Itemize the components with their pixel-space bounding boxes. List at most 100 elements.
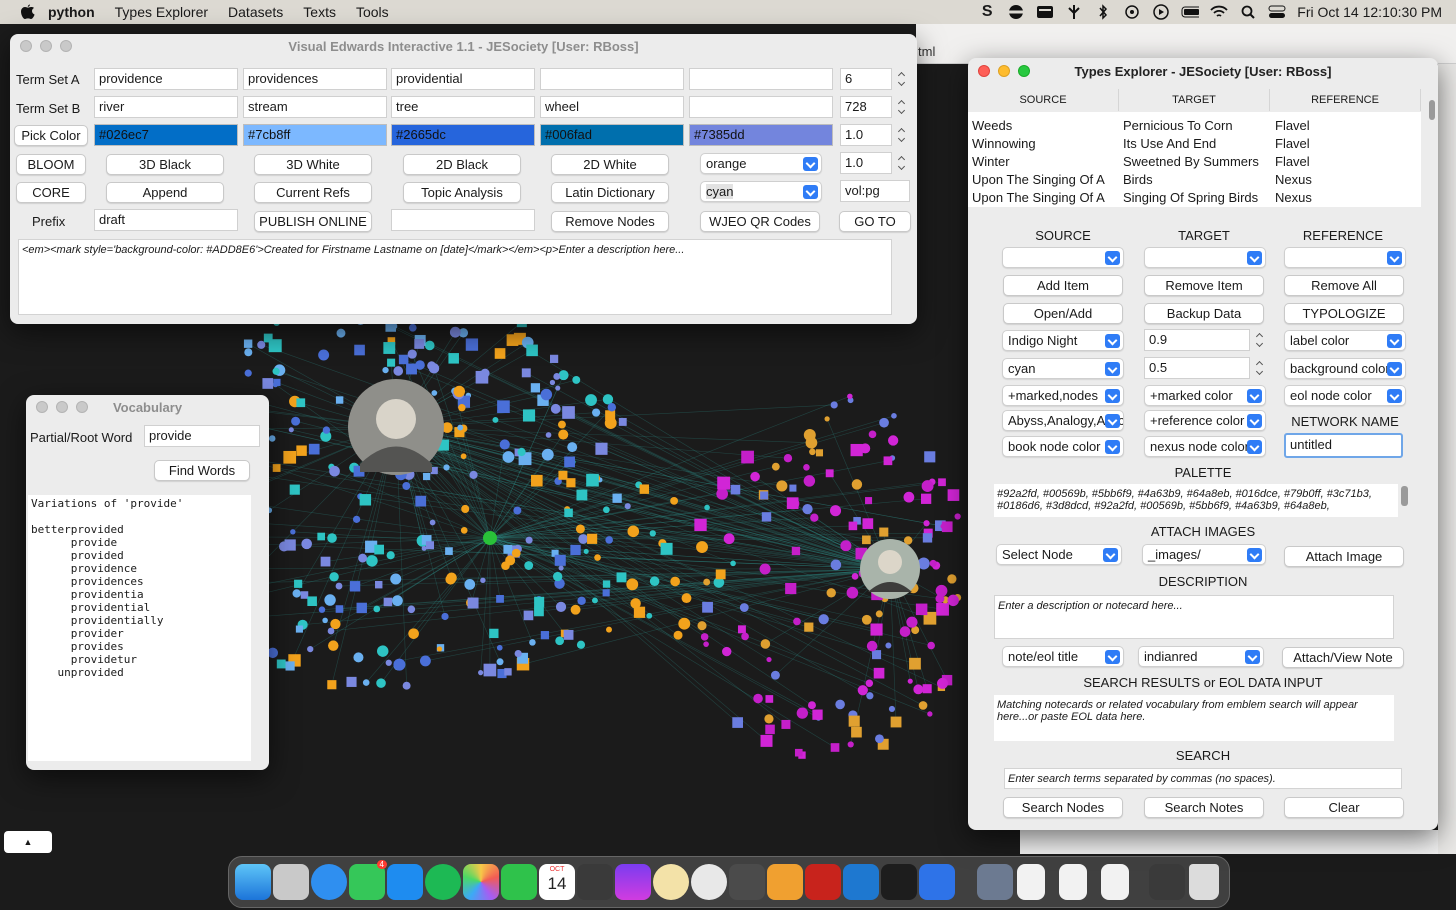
- network-node[interactable]: [922, 684, 932, 694]
- tex-icon[interactable]: [691, 864, 727, 900]
- search-notes-button[interactable]: Search Notes: [1144, 797, 1264, 818]
- network-node[interactable]: [441, 612, 449, 621]
- network-node[interactable]: [794, 748, 803, 757]
- network-node[interactable]: [513, 506, 522, 515]
- network-node[interactable]: [802, 503, 813, 515]
- network-node[interactable]: [285, 661, 295, 671]
- network-node[interactable]: [851, 573, 859, 580]
- portrait-node-edwards[interactable]: [348, 379, 444, 475]
- network-node[interactable]: [716, 488, 729, 500]
- term-b-field-3[interactable]: tree: [391, 96, 535, 118]
- network-node[interactable]: [272, 381, 279, 388]
- network-node[interactable]: [947, 574, 957, 584]
- battery-icon[interactable]: [1181, 5, 1200, 19]
- description-textarea[interactable]: Enter a description or notecard here...: [994, 595, 1394, 639]
- network-node[interactable]: [292, 589, 301, 598]
- network-node[interactable]: [602, 394, 614, 405]
- network-node[interactable]: [927, 711, 933, 717]
- value-stepper-a[interactable]: [1254, 330, 1266, 350]
- network-node[interactable]: [558, 420, 566, 429]
- network-node[interactable]: [393, 658, 406, 671]
- term-a-count-field[interactable]: 6: [840, 68, 892, 90]
- network-node[interactable]: [927, 641, 935, 650]
- network-node[interactable]: [759, 563, 771, 575]
- network-node[interactable]: [540, 631, 550, 640]
- network-node[interactable]: [317, 532, 326, 541]
- target-select[interactable]: [1144, 247, 1266, 268]
- network-node[interactable]: [741, 450, 754, 464]
- network-node[interactable]: [283, 450, 297, 464]
- network-node[interactable]: [937, 677, 949, 689]
- document-icon[interactable]: [1101, 864, 1129, 900]
- network-node[interactable]: [741, 632, 749, 641]
- bluetooth-icon[interactable]: [1094, 4, 1112, 20]
- network-node[interactable]: [587, 533, 598, 544]
- network-node[interactable]: [385, 659, 392, 666]
- color-field-3[interactable]: #2665dc: [391, 124, 535, 146]
- network-node[interactable]: [554, 554, 566, 566]
- network-node[interactable]: [616, 572, 627, 583]
- network-node[interactable]: [244, 348, 253, 357]
- palette-textarea[interactable]: #92a2fd, #00569b, #5bb6f9, #4a63b9, #64a…: [994, 484, 1398, 517]
- network-node[interactable]: [851, 479, 863, 490]
- network-node[interactable]: [804, 622, 814, 632]
- network-node[interactable]: [810, 513, 819, 522]
- network-node[interactable]: [603, 506, 610, 514]
- network-node[interactable]: [890, 716, 902, 728]
- network-node[interactable]: [349, 581, 361, 592]
- term-a-field-2[interactable]: providences: [243, 68, 387, 90]
- network-node[interactable]: [262, 378, 274, 389]
- network-node[interactable]: [541, 448, 554, 461]
- calendar-icon[interactable]: OCT 14: [539, 864, 575, 900]
- network-node[interactable]: [383, 597, 393, 607]
- network-node[interactable]: [502, 451, 515, 463]
- zoom-button[interactable]: [60, 40, 72, 52]
- network-node[interactable]: [386, 551, 395, 560]
- network-node[interactable]: [549, 379, 556, 386]
- bloom-button[interactable]: BLOOM: [16, 154, 86, 175]
- network-node[interactable]: [478, 670, 484, 676]
- opacity-stepper[interactable]: [896, 153, 908, 173]
- safari-icon[interactable]: [311, 864, 347, 900]
- network-node[interactable]: [531, 474, 543, 487]
- network-node[interactable]: [453, 385, 466, 398]
- network-node[interactable]: [765, 695, 774, 703]
- network-node[interactable]: [873, 667, 885, 679]
- network-node[interactable]: [702, 601, 713, 613]
- network-node[interactable]: [329, 572, 339, 582]
- network-node[interactable]: [445, 547, 453, 555]
- close-button[interactable]: [36, 401, 48, 413]
- network-node[interactable]: [480, 577, 486, 584]
- network-node[interactable]: [492, 416, 499, 423]
- network-node[interactable]: [578, 534, 589, 544]
- 3d-white-button[interactable]: 3D White: [254, 154, 372, 175]
- find-my-icon[interactable]: [425, 864, 461, 900]
- 3d-black-button[interactable]: 3D Black: [106, 154, 224, 175]
- network-node[interactable]: [424, 340, 435, 351]
- select-node-select[interactable]: Select Node: [996, 544, 1122, 565]
- topic-analysis-button[interactable]: Topic Analysis: [403, 182, 521, 203]
- network-node[interactable]: [607, 403, 617, 412]
- apple-icon[interactable]: [18, 4, 38, 20]
- network-node[interactable]: [322, 426, 331, 434]
- sun-app-icon[interactable]: [767, 864, 803, 900]
- attach-image-button[interactable]: Attach Image: [1284, 546, 1404, 567]
- open-add-button[interactable]: Open/Add: [1003, 303, 1123, 324]
- color-field-2[interactable]: #7cb8ff: [243, 124, 387, 146]
- network-node[interactable]: [947, 489, 960, 501]
- network-node[interactable]: [739, 603, 749, 612]
- network-node[interactable]: [696, 541, 708, 554]
- network-node[interactable]: [464, 579, 476, 590]
- network-node[interactable]: [308, 443, 320, 455]
- network-node[interactable]: [848, 521, 858, 531]
- remove-all-button[interactable]: Remove All: [1284, 275, 1404, 296]
- network-node[interactable]: [954, 513, 961, 520]
- network-node[interactable]: [499, 439, 510, 450]
- network-node[interactable]: [835, 699, 845, 710]
- term-b-field-5[interactable]: [689, 96, 833, 118]
- network-node[interactable]: [425, 541, 435, 550]
- network-node[interactable]: [639, 484, 650, 494]
- network-node[interactable]: [830, 505, 842, 517]
- network-node[interactable]: [414, 338, 425, 349]
- network-node[interactable]: [585, 394, 597, 406]
